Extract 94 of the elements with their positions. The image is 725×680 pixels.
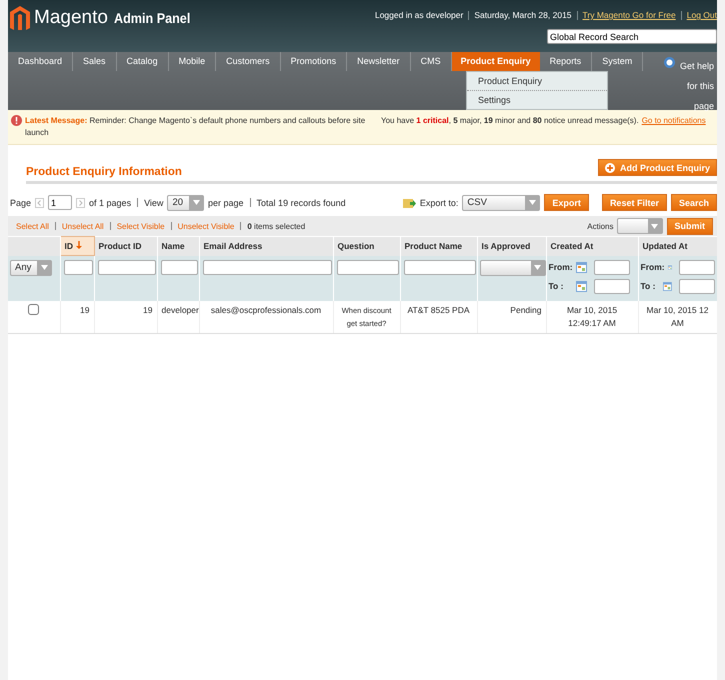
sort-arrow-icon [76,241,82,249]
column-header[interactable]: Product Name [400,236,477,256]
latest-message: Latest Message: Reminder: Change Magento`s default phone numbers and callouts before site launch [25,115,366,139]
date-field[interactable] [594,278,630,294]
mass-select-link[interactable]: Select All [16,222,49,230]
nav-item[interactable]: Promotions [280,52,348,71]
help-icon [664,57,675,68]
date-field[interactable] [678,278,714,294]
toolbar-button[interactable]: Reset Filter [602,194,667,211]
date-field[interactable] [594,260,630,274]
page-title: Product Enquiry Information [26,166,182,178]
logo-icon [10,6,30,30]
table-cell: 19 [94,300,157,333]
nav-item[interactable]: Customers [216,52,281,71]
table-cell: Pending [477,300,546,333]
filter-field[interactable] [98,260,156,274]
row-checkbox[interactable] [28,304,40,314]
nav-item[interactable]: Product Enquiry [452,52,540,71]
calendar-icon[interactable] [576,280,586,292]
toolbar-button[interactable]: Search [670,194,717,211]
table-cell-text: Mar 10, 2015 12 [646,304,710,316]
to-label: To : [640,281,656,291]
column-header[interactable]: Created At [546,236,638,256]
export-format-select[interactable]: CSV [462,194,540,210]
actions-select[interactable] [616,218,662,234]
caret-icon [651,224,658,228]
approved-filter-select[interactable] [480,260,546,276]
page-label: Page [10,198,32,208]
export-label: Export to: [420,198,458,208]
submit-button[interactable]: Submit [666,218,713,234]
add-button[interactable]: Add Product Enquiry [598,159,717,176]
table-cell-text: AM [670,316,685,330]
column-header[interactable]: ID [60,236,94,256]
table-cell: developer [157,300,199,333]
previous-page-icon[interactable] [35,198,44,208]
plus-icon [605,162,615,172]
table-cell: sales@oscprofessionals.com [199,300,333,333]
nav-item[interactable]: Dashboard [8,52,74,71]
table-cell: 19 [60,300,94,333]
any-select[interactable]: Any [10,260,52,276]
dropdown-item[interactable]: Product Enquiry [467,72,607,91]
table-cell: AT&T 8525 PDA [400,300,477,333]
filter-field[interactable] [160,260,198,274]
caret-icon [192,200,200,205]
logo-text: Magento [34,7,108,29]
from-label: From: [548,262,572,272]
page-field[interactable]: 1 [48,195,72,210]
filter-field[interactable] [64,260,92,275]
global-search-field[interactable]: Global Record Search [547,29,717,44]
header-link[interactable]: Log Out [686,10,717,20]
notifications-link[interactable]: Go to notifications [642,116,706,125]
table-cell: Mar 10, 2015 12:49:17 AM [546,300,638,333]
mass-select-link[interactable]: Unselect All [62,222,104,230]
user-info: Logged in as developer [374,10,464,20]
header-link[interactable]: Try Magento Go for Free [582,10,676,20]
actions-label: Actions [587,222,614,230]
view-label: View [144,198,164,208]
calendar-icon[interactable] [576,262,586,272]
nav-item[interactable]: Sales [73,52,117,71]
caret-icon [40,265,48,270]
selected-count: 0 items selected [247,222,306,230]
date-field[interactable] [678,260,714,274]
logo-subtitle: Admin Panel [114,10,190,26]
column-header[interactable]: Is Approved [477,236,546,256]
column-header[interactable]: Name [157,236,199,256]
per-page-select[interactable]: 20 [167,194,204,210]
calendar-icon[interactable] [662,280,672,292]
nav-item[interactable]: Mobile [168,52,216,71]
caret-icon [534,265,541,270]
per-page-label: per page [208,198,244,208]
header-date: Saturday, March 28, 2015 [474,10,572,20]
next-page-icon[interactable] [76,198,86,208]
nav-item[interactable]: Newsletter [347,52,411,71]
column-header[interactable]: Email Address [199,236,333,256]
filter-field[interactable] [202,260,332,274]
export-icon [402,196,416,208]
mass-select-link[interactable]: Select Visible [116,222,165,230]
nav-item[interactable]: Catalog [116,52,169,71]
toolbar-button[interactable]: Export [544,194,589,211]
alert-icon [11,115,22,126]
help-link[interactable]: Get help for this page [678,56,714,116]
page-count: of 1 pages [89,198,132,208]
notification-summary: You have 1 critical, 5 major, 19 minor and 80 notice unread message(s). [381,116,639,125]
column-header[interactable]: Question [333,236,400,256]
from-label: From: [640,262,664,272]
filter-field[interactable] [336,260,398,274]
to-label: To : [548,281,564,291]
column-header[interactable]: Updated At [638,236,717,256]
caret-icon [528,200,536,205]
mass-select-link[interactable]: Unselect Visible [178,222,234,230]
dropdown-item[interactable]: Settings [467,91,607,109]
records-total: Total 19 records found [256,198,346,208]
column-header[interactable]: Product ID [94,236,157,256]
filter-field[interactable] [404,260,476,274]
